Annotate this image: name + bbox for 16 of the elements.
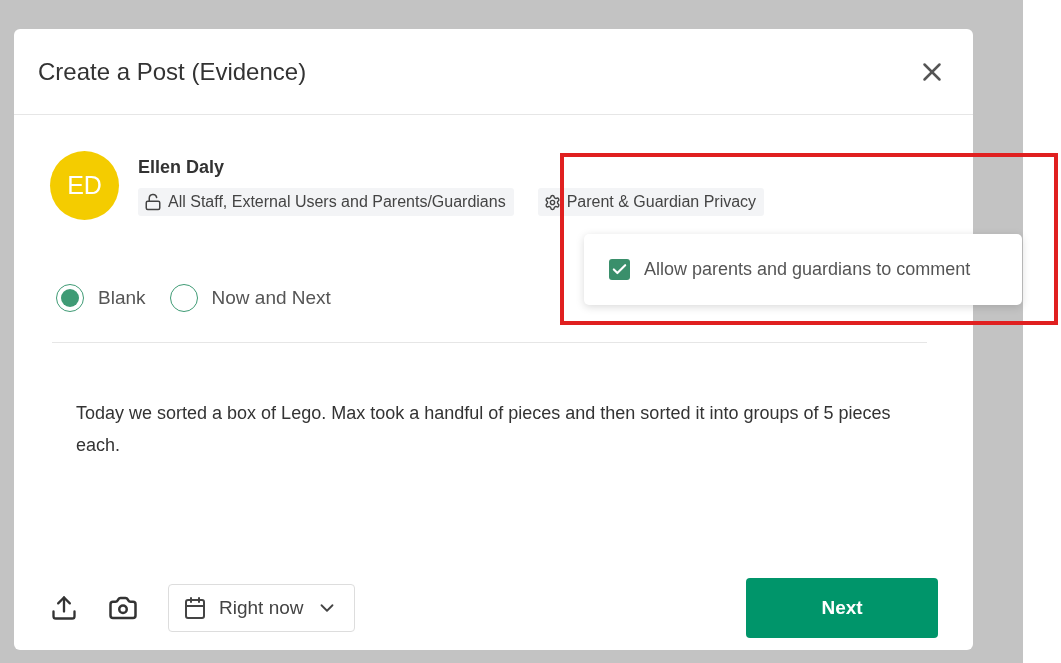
- settings-icon: [543, 193, 561, 211]
- date-picker[interactable]: Right now: [168, 584, 355, 632]
- privacy-button[interactable]: Parent & Guardian Privacy: [537, 188, 765, 216]
- dialog-title: Create a Post (Evidence): [38, 57, 307, 86]
- checkbox-label[interactable]: Allow parents and guardians to comment: [644, 259, 971, 280]
- unlocked-padlock-icon: [144, 193, 162, 211]
- calendar-icon: [183, 596, 207, 620]
- next-button[interactable]: Next: [746, 578, 938, 638]
- audience-selector[interactable]: All Staff, External Users and Parents/Guardians: [138, 188, 514, 216]
- upload-icon[interactable]: [50, 594, 78, 622]
- post-text[interactable]: Today we sorted a box of Lego. Max took a handful of pieces and then sorted it into groups of 5 pieces each.: [76, 397, 922, 461]
- checkbox[interactable]: [609, 259, 630, 280]
- template-radio[interactable]: Now and Next: [169, 284, 331, 312]
- template-radio[interactable]: Blank: [56, 284, 146, 312]
- author-name: Ellen Daly: [138, 157, 226, 178]
- avatar: ED: [50, 151, 119, 220]
